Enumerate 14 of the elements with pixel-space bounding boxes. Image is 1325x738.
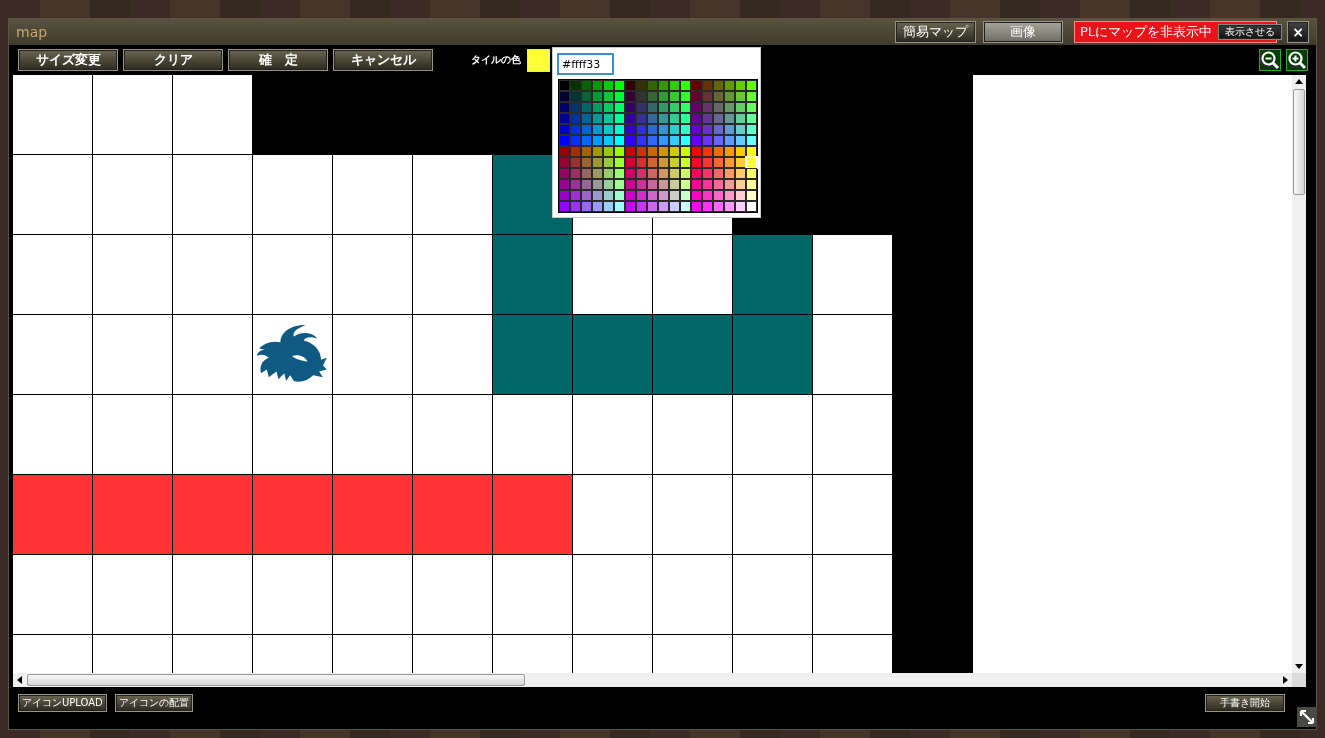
tile-color-label: タイルの色 — [471, 53, 521, 67]
bottom-button[interactable]: 手書き開始 — [1205, 694, 1285, 712]
toolbar-button[interactable]: 確 定 — [228, 49, 328, 71]
toolbar-button[interactable]: サイズ変更 — [18, 49, 118, 71]
view-toggle-button[interactable]: 簡易マップ — [895, 21, 976, 43]
notice-text: PLにマップを非表示中 — [1080, 23, 1213, 41]
toolbar-button[interactable]: キャンセル — [333, 49, 433, 71]
color-code-field[interactable]: #ffff33 — [557, 53, 614, 75]
toolbar-button[interactable]: クリア — [123, 49, 223, 71]
window-title: map — [16, 24, 49, 40]
bottom-button[interactable]: アイコンの配置 — [114, 694, 193, 712]
close-button[interactable]: × — [1287, 21, 1309, 43]
bottom-button[interactable]: アイコンUPLOAD — [18, 694, 107, 712]
show-button[interactable]: 表示させる — [1218, 24, 1283, 40]
